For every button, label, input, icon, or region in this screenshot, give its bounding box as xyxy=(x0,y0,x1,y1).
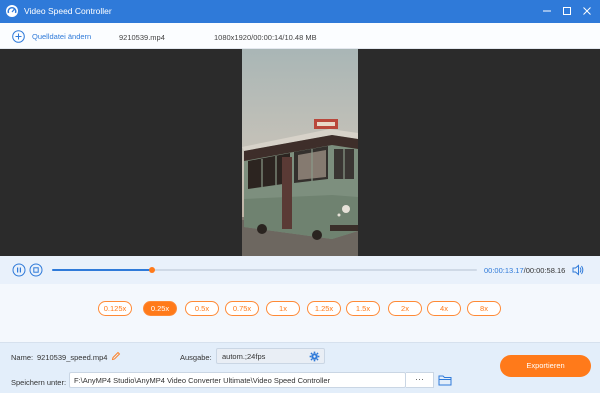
speed-option[interactable]: 1.5x xyxy=(346,301,380,316)
speed-option[interactable]: 8x xyxy=(467,301,501,316)
format-value: autom.;24fps xyxy=(222,352,266,361)
speed-option[interactable]: 0.75x xyxy=(225,301,259,316)
maximize-button[interactable] xyxy=(560,4,574,18)
tram-image xyxy=(242,49,358,256)
file-bar: Quelldatei ändern 9210539.mp4 1080x1920/… xyxy=(0,23,600,49)
speed-option[interactable]: 2x xyxy=(388,301,422,316)
pencil-icon[interactable] xyxy=(111,351,121,361)
source-file-info: 1080x1920/00:00:14/10.48 MB xyxy=(214,33,317,42)
plus-circle-icon xyxy=(12,29,25,43)
stop-icon xyxy=(29,263,43,277)
name-label: Name: xyxy=(11,353,34,362)
close-button[interactable] xyxy=(580,4,594,18)
folder-icon[interactable] xyxy=(438,374,452,386)
pause-button[interactable] xyxy=(12,263,26,277)
output-settings: Name: 9210539_speed.mp4 Ausgabe: autom.;… xyxy=(0,342,600,393)
progress-fill xyxy=(52,269,153,271)
progress-handle[interactable] xyxy=(149,267,156,273)
current-time: 00:00:13.17 xyxy=(484,266,524,275)
playback-controls: 00:00:13.17/00:00:58.16 xyxy=(0,256,600,284)
speed-option[interactable]: 1x xyxy=(266,301,300,316)
volume-icon[interactable] xyxy=(571,263,585,277)
minimize-button[interactable] xyxy=(540,4,554,18)
browse-button[interactable]: ··· xyxy=(406,372,434,388)
save-path-value: F:\AnyMP4 Studio\AnyMP4 Video Converter … xyxy=(74,376,331,385)
gear-icon[interactable] xyxy=(309,351,320,362)
speed-options: 0.125x 0.25x 0.5x 0.75x 1x 1.25x 1.5x 2x… xyxy=(0,284,600,342)
save-path-field[interactable]: F:\AnyMP4 Studio\AnyMP4 Video Converter … xyxy=(69,372,406,388)
speed-option[interactable]: 0.25x xyxy=(143,301,177,316)
title-bar: Video Speed Controller xyxy=(0,0,600,23)
save-label: Speichern unter: xyxy=(11,378,67,387)
export-button[interactable]: Exportieren xyxy=(500,355,591,377)
video-preview xyxy=(0,49,600,256)
source-file-name: 9210539.mp4 xyxy=(119,33,165,42)
time-display: 00:00:13.17/00:00:58.16 xyxy=(484,266,565,275)
output-name: 9210539_speed.mp4 xyxy=(37,353,108,362)
change-source-button[interactable]: Quelldatei ändern xyxy=(12,29,91,43)
format-label: Ausgabe: xyxy=(180,353,212,362)
change-source-label: Quelldatei ändern xyxy=(32,31,92,41)
speed-option[interactable]: 0.125x xyxy=(98,301,132,316)
format-field[interactable]: autom.;24fps xyxy=(216,348,325,364)
pause-icon xyxy=(12,263,26,277)
speed-option[interactable]: 4x xyxy=(427,301,461,316)
video-frame xyxy=(242,49,358,256)
window-title: Video Speed Controller xyxy=(24,6,112,16)
progress-bar[interactable] xyxy=(52,267,477,273)
speed-option[interactable]: 0.5x xyxy=(185,301,219,316)
speed-option[interactable]: 1.25x xyxy=(307,301,341,316)
speedometer-icon xyxy=(6,5,18,17)
total-time: /00:00:58.16 xyxy=(523,266,566,275)
stop-button[interactable] xyxy=(29,263,43,277)
